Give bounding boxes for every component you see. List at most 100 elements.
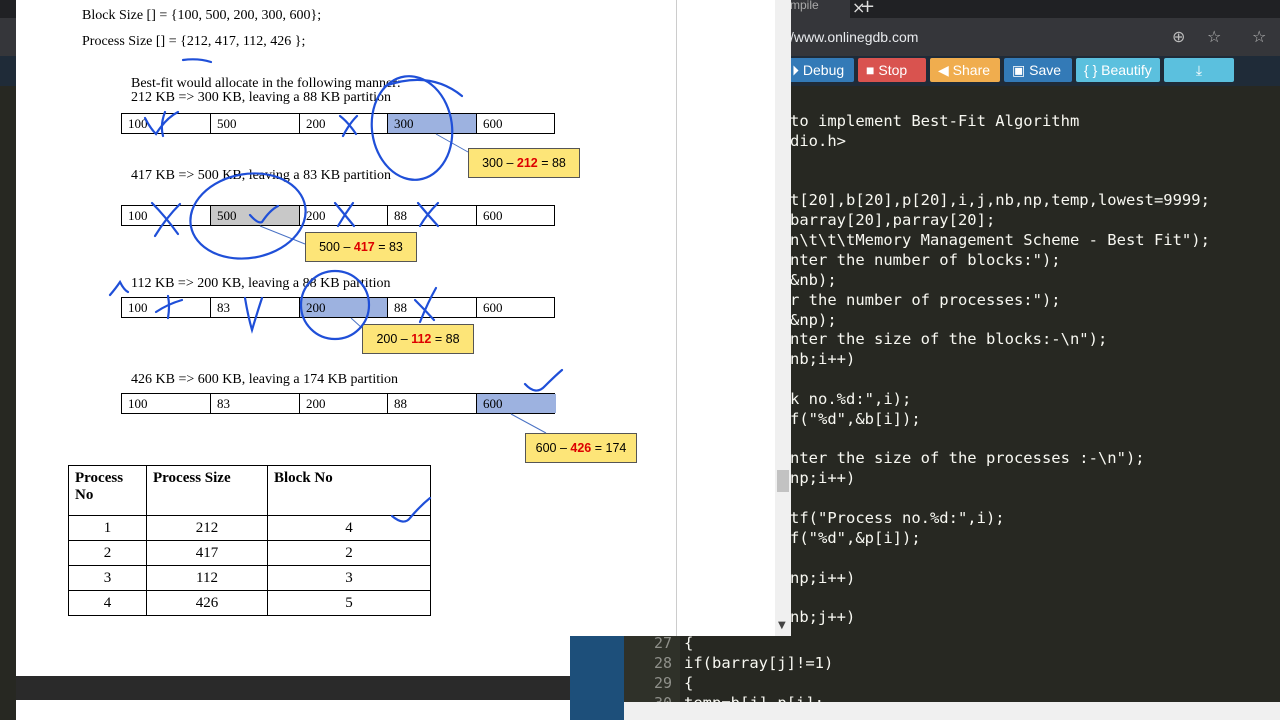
result-table: Process No Process Size Block No 1 212 4 2 417… (68, 465, 431, 616)
code-line[interactable]: f("%d",&b[i]); (790, 410, 921, 428)
code-line[interactable]: np;i++) (790, 569, 855, 587)
step-caption: 417 KB => 500 KB, leaving a 83 KB partit… (131, 168, 391, 183)
memory-block-cell: 100 (122, 114, 211, 133)
step-caption: 212 KB => 300 KB, leaving a 88 KB partit… (131, 90, 391, 105)
memory-block-cell: 100 (122, 206, 211, 225)
star-icon[interactable]: ☆ (1207, 27, 1221, 46)
scroll-down-icon[interactable]: ▼ (778, 620, 786, 631)
pdf-next-page (16, 636, 570, 676)
line-number: 28 (653, 654, 672, 672)
code-line[interactable]: nter the size of the blocks:-\n"); (790, 330, 1107, 348)
pdf-page: Block Size [] = {100, 500, 200, 300, 600… (16, 0, 677, 636)
calc-part: = 88 (537, 156, 566, 170)
share-button[interactable]: ◀ Share (930, 58, 1000, 82)
table-cell: 2 (267, 540, 431, 566)
tab-label: mpile (790, 0, 819, 12)
code-line[interactable]: f("%d",&p[i]); (790, 529, 921, 547)
memory-block-cell: 500 (211, 114, 300, 133)
calc-part: 500 – (319, 240, 354, 254)
memory-block-row: 100 83 200 88 600 (121, 393, 556, 414)
code-line[interactable]: &np); (790, 311, 837, 329)
line-number: 29 (653, 674, 672, 692)
calc-part: 212 (516, 156, 538, 170)
new-tab-icon[interactable]: + (860, 0, 875, 17)
code-line[interactable]: nter the size of the processes :-\n"); (790, 449, 1145, 467)
memory-block-cell: 600 (483, 300, 503, 315)
pdf-vertical-scrollbar[interactable] (775, 0, 791, 636)
line-number: 27 (653, 634, 672, 652)
url-text[interactable]: /www.onlinegdb.com (790, 29, 918, 45)
code-line[interactable]: np;i++) (790, 469, 855, 487)
memory-block-cell: 200 (300, 394, 388, 413)
table-cell: 3 (68, 565, 147, 591)
bookmark-icon[interactable]: ☆ (1252, 27, 1266, 46)
code-line[interactable]: nb;j++) (790, 608, 855, 626)
memory-block-row: 100 500 200 300 600 (121, 113, 555, 134)
code-line[interactable]: t[20],b[20],p[20],i,j,nb,np,temp,lowest=… (790, 191, 1210, 209)
table-cell: 5 (267, 590, 431, 616)
memory-block-row: 100 83 200 88 600 (121, 297, 555, 318)
stop-button[interactable]: ■ Stop (858, 58, 926, 82)
pdf-scroll-thumb[interactable] (777, 470, 789, 492)
code-line[interactable]: barray[20],parray[20]; (790, 211, 995, 229)
calc-part: 600 – (535, 441, 571, 455)
table-row: 1 212 4 (68, 515, 431, 541)
table-cell: 212 (146, 515, 268, 541)
code-line[interactable]: to implement Best-Fit Algorithm (790, 112, 1079, 130)
calc-part: = 174 (591, 441, 627, 455)
code-line[interactable]: n\t\t\tMemory Management Scheme - Best F… (790, 231, 1210, 249)
code-line[interactable]: r the number of processes:"); (790, 291, 1061, 309)
table-cell: 426 (146, 590, 268, 616)
table-header-cell: Block No (267, 465, 431, 516)
code-line[interactable]: nter the number of blocks:"); (790, 251, 1061, 269)
memory-block-cell: 600 (483, 116, 503, 131)
memory-block-cell: 300 (388, 114, 477, 133)
code-line[interactable]: dio.h> (790, 132, 846, 150)
memory-block-cell: 500 (211, 206, 300, 225)
code-line[interactable]: { (684, 674, 693, 692)
debug-button[interactable]: ⏵ Debug (784, 58, 854, 82)
block-size-line: Block Size [] = {100, 500, 200, 300, 600… (82, 8, 322, 23)
memory-block-cell: 83 (211, 298, 300, 317)
memory-block-cell: 83 (211, 394, 300, 413)
calculation-box: 500 – 417 = 83 (305, 232, 417, 262)
debug-icon: ⏵ (792, 62, 803, 78)
calculation-box: 600 – 426 = 174 (525, 433, 637, 463)
table-cell: 3 (267, 565, 431, 591)
calc-part: 300 – (482, 156, 517, 170)
zoom-icon[interactable]: ⊕ (1172, 27, 1185, 46)
code-line[interactable]: &nb); (790, 271, 837, 289)
memory-block-cell: 100 (122, 298, 211, 317)
memory-block-cell: 88 (388, 206, 477, 225)
table-row: 3 112 3 (68, 565, 431, 591)
calc-part: 112 (411, 332, 432, 346)
calculation-box: 300 – 212 = 88 (468, 148, 580, 178)
share-icon: ◀ (938, 62, 953, 78)
calc-part: 426 (570, 441, 592, 455)
memory-block-cell: 600 (483, 208, 503, 223)
table-cell: 1 (68, 515, 147, 541)
memory-block-cell: 200 (300, 114, 388, 133)
table-row: 2 417 2 (68, 540, 431, 566)
download-button[interactable]: ⤓ (1164, 58, 1234, 82)
code-line[interactable]: k no.%d:",i); (790, 390, 911, 408)
table-cell: 417 (146, 540, 268, 566)
save-icon: ▣ (1012, 62, 1030, 78)
memory-block-row: 100 500 200 88 600 (121, 205, 555, 226)
table-row: 4 426 5 (68, 590, 431, 616)
memory-block-cell: 88 (388, 298, 477, 317)
save-button[interactable]: ▣ Save (1004, 58, 1072, 82)
beautify-button[interactable]: { } Beautify (1076, 58, 1160, 82)
memory-block-cell: 100 (122, 394, 211, 413)
step-caption: 426 KB => 600 KB, leaving a 174 KB parti… (131, 372, 398, 387)
code-line[interactable]: { (684, 634, 693, 652)
calculation-box: 200 – 112 = 88 (362, 324, 474, 354)
code-line[interactable]: tf("Process no.%d:",i); (790, 509, 1005, 527)
table-cell: 4 (267, 515, 431, 541)
code-line[interactable]: nb;i++) (790, 350, 855, 368)
code-line[interactable]: if(barray[j]!=1) (684, 654, 833, 672)
editor-horizontal-scrollbar[interactable] (624, 702, 1280, 720)
calc-part: = 88 (431, 332, 460, 346)
table-header-cell: Process No (68, 465, 147, 516)
table-cell: 112 (146, 565, 268, 591)
